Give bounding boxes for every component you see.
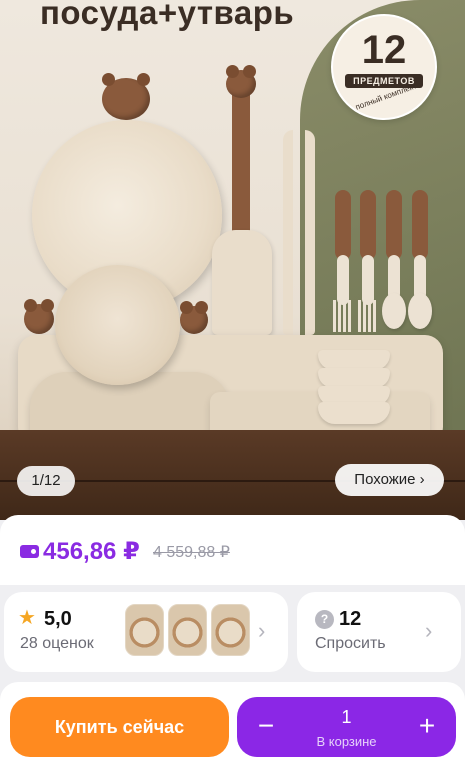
wallet-icon	[20, 545, 39, 558]
chevron-right-icon: ›	[258, 618, 266, 643]
reviews-count: 28 оценок	[20, 635, 94, 652]
stacked-bowl	[318, 350, 390, 370]
stacked-bowl	[318, 402, 390, 424]
bear-decoration	[24, 299, 54, 334]
fork-handle	[335, 190, 351, 260]
star-icon: ★	[18, 607, 36, 629]
image-title: посуда+утварь	[40, 0, 295, 31]
product-page: посуда+утварь 12 ПРЕДМЕТОВ полный компле…	[0, 0, 465, 768]
fork-handle	[360, 190, 376, 260]
current-price: 456,86 ₽	[43, 538, 140, 565]
chevron-right-icon: ›	[425, 618, 433, 643]
old-price: 4 559,88 ₽	[153, 544, 230, 561]
stacked-bowl	[318, 368, 390, 388]
reviews-card[interactable]: ★ 5,0 28 оценок ›	[4, 592, 288, 672]
price-card: 456,86 ₽ 4 559,88 ₽	[0, 515, 465, 585]
spatula-handle	[232, 80, 250, 240]
similar-button[interactable]: Похожие ›	[335, 464, 444, 496]
spoon	[408, 293, 432, 329]
spoon-handle	[412, 190, 428, 260]
spatula	[212, 230, 272, 335]
questions-count: 12	[339, 608, 362, 630]
review-photo[interactable]	[125, 604, 164, 656]
review-photo[interactable]	[168, 604, 207, 656]
buy-now-button[interactable]: Купить сейчас	[10, 697, 229, 757]
bowl-plate	[55, 265, 180, 385]
bear-decoration	[180, 301, 208, 334]
review-photo[interactable]	[211, 604, 250, 656]
image-counter: 1/12	[17, 466, 75, 496]
fork-stem	[362, 255, 374, 305]
cart-quantity-control: − 1 В корзине +	[237, 697, 456, 757]
ask-label: Спросить	[315, 635, 386, 652]
spoon-handle	[386, 190, 402, 260]
product-image[interactable]: посуда+утварь 12 ПРЕДМЕТОВ полный компле…	[0, 0, 465, 520]
increase-quantity-button[interactable]: +	[412, 711, 442, 741]
questions-card[interactable]: ? 12 Спросить ›	[297, 592, 461, 672]
chat-icon: ?	[315, 610, 334, 629]
tongs	[283, 130, 315, 335]
items-count-badge: 12 ПРЕДМЕТОВ полный комплект	[331, 14, 437, 120]
badge-count: 12	[361, 28, 407, 72]
bear-decoration	[102, 73, 150, 120]
fork	[333, 300, 353, 332]
rating-value: 5,0	[44, 608, 72, 630]
spoon	[382, 293, 406, 329]
fork-stem	[337, 255, 349, 305]
bear-decoration	[226, 65, 256, 98]
fork	[358, 300, 378, 332]
